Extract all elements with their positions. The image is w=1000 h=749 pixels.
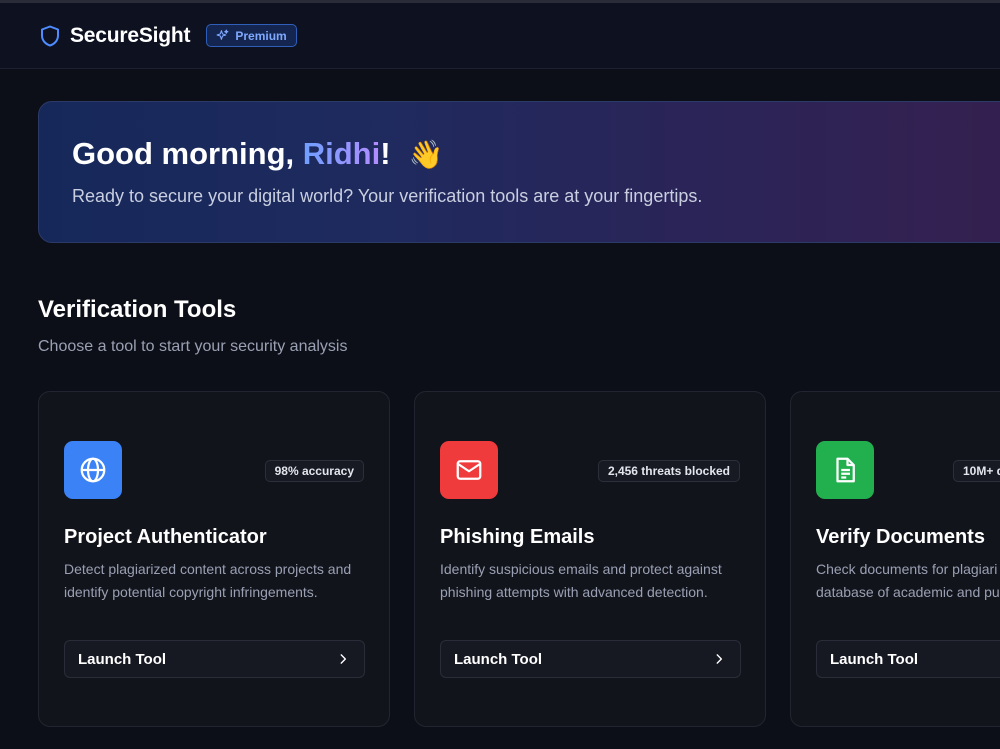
greeting-heading: Good morning, Ridhi ! 👋 [72, 136, 1000, 172]
launch-tool-label: Launch Tool [78, 650, 167, 668]
tool-card-project-authenticator[interactable]: 98% accuracy Project Authenticator Detec… [38, 391, 390, 727]
waving-hand-icon: 👋 [408, 138, 444, 170]
welcome-subtitle: Ready to secure your digital world? Your… [72, 186, 703, 206]
tool-description: Check documents for plagiari database of… [816, 561, 1000, 600]
section-subtitle: Choose a tool to start your security ana… [38, 338, 348, 355]
brand-name[interactable]: SecureSight [70, 24, 191, 48]
tool-title: Verify Documents [816, 526, 985, 548]
tool-card-verify-documents[interactable]: 10M+ d Verify Documents Check documents … [790, 391, 1000, 727]
tool-description: Detect plagiarized content across projec… [64, 561, 352, 600]
tool-title: Phishing Emails [440, 526, 595, 548]
premium-label: Premium [235, 28, 287, 43]
launch-tool-label: Launch Tool [830, 650, 919, 668]
threats-blocked-badge: 2,456 threats blocked [597, 460, 740, 482]
launch-tool-button[interactable]: Launch Tool [440, 640, 741, 678]
database-size-badge: 10M+ d [953, 460, 1000, 482]
tool-title: Project Authenticator [64, 526, 267, 548]
welcome-banner: Good morning, Ridhi ! 👋 Ready to secure … [38, 101, 1000, 243]
globe-icon [64, 441, 122, 499]
launch-tool-button[interactable]: Launch Tool [816, 640, 1000, 678]
chevron-right-icon [340, 654, 347, 664]
launch-tool-button[interactable]: Launch Tool [64, 640, 365, 678]
tool-card-phishing-emails[interactable]: 2,456 threats blocked Phishing Emails Id… [414, 391, 766, 727]
tool-description: Identify suspicious emails and protect a… [440, 561, 722, 600]
greeting-suffix: ! [380, 136, 391, 171]
launch-tool-label: Launch Tool [454, 650, 543, 668]
document-icon [816, 441, 874, 499]
chevron-right-icon [716, 654, 723, 664]
section-title: Verification Tools [38, 296, 237, 323]
premium-badge: Premium [206, 24, 297, 47]
accuracy-badge: 98% accuracy [264, 460, 364, 482]
sparkles-icon [216, 29, 229, 40]
greeting-prefix: Good morning, [72, 136, 303, 171]
shield-icon [38, 24, 62, 48]
mail-icon [440, 441, 498, 499]
user-name: Ridhi [302, 136, 381, 171]
app-header: SecureSight Premium [0, 3, 1000, 69]
